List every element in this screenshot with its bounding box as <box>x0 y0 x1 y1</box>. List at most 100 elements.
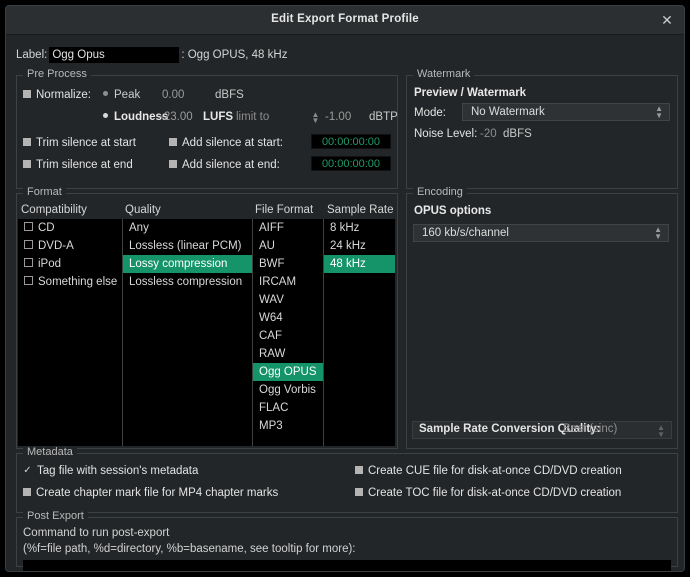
opus-bitrate-value: 160 kb/s/channel <box>422 227 509 239</box>
file-format-item[interactable]: WAV <box>253 291 323 309</box>
checkbox-icon <box>23 137 31 146</box>
file-format-item[interactable]: BWF <box>253 255 323 273</box>
trim-end-label: Trim silence at end <box>36 159 133 171</box>
add-silence-end-checkbox[interactable]: Add silence at end: <box>169 158 280 172</box>
dialog-title: Edit Export Format Profile <box>271 13 419 25</box>
checkbox-icon <box>23 487 31 496</box>
peak-value[interactable]: 0.00 <box>162 88 184 102</box>
checkbox-icon <box>24 240 33 250</box>
column-header-sample-rate: Sample Rate <box>327 204 394 216</box>
limit-to-label: limit to <box>236 111 270 123</box>
checkbox-icon <box>23 89 31 98</box>
file-format-item[interactable]: AU <box>253 237 323 255</box>
quality-item[interactable]: Lossy compression <box>123 255 252 273</box>
metadata-checkbox[interactable]: Create CUE file for disk-at-once CD/DVD … <box>355 464 622 478</box>
metadata-checkbox-label: Create TOC file for disk-at-once CD/DVD … <box>368 487 622 499</box>
format-summary: : Ogg OPUS, 48 kHz <box>181 49 288 61</box>
limit-value[interactable]: -1.00 <box>325 110 351 124</box>
metadata-checkbox-label: Create CUE file for disk-at-once CD/DVD … <box>368 465 622 477</box>
file-format-item[interactable]: Ogg OPUS <box>253 363 323 381</box>
file-format-item[interactable]: Ogg Vorbis <box>253 381 323 399</box>
quality-item[interactable]: Lossless (linear PCM) <box>123 237 252 255</box>
export-format-profile-dialog: Edit Export Format Profile ✕ Label: : Og… <box>5 5 685 572</box>
title-bar: Edit Export Format Profile ✕ <box>6 6 684 35</box>
noise-level-label: Noise Level: <box>414 128 478 140</box>
file-format-item[interactable]: AIFF <box>253 219 323 237</box>
watermark-mode-label: Mode: <box>414 107 446 119</box>
checkbox-icon <box>24 276 33 286</box>
checkbox-icon <box>169 159 177 168</box>
checkbox-icon: ✓ <box>23 464 32 476</box>
compatibility-item-label: iPod <box>38 258 62 270</box>
compatibility-item[interactable]: Something else <box>18 273 122 291</box>
file-format-item[interactable]: CAF <box>253 327 323 345</box>
column-header-compatibility: Compatibility <box>21 204 87 216</box>
metadata-checkbox[interactable]: Create chapter mark file for MP4 chapter… <box>23 486 278 500</box>
add-start-label: Add silence at start: <box>182 137 283 149</box>
add-silence-start-timecode[interactable]: 00:00:00:00 <box>311 134 391 149</box>
compatibility-list[interactable]: CD DVD-A iPod Something else <box>18 219 122 446</box>
quality-list[interactable]: Any Lossless (linear PCM) Lossy compressio… <box>123 219 252 446</box>
file-format-item[interactable]: RAW <box>253 345 323 363</box>
compatibility-item[interactable]: CD <box>18 219 122 237</box>
metadata-checkbox[interactable]: ✓ Tag file with session's metadata <box>23 464 198 478</box>
loudness-value[interactable]: -23.00 <box>160 110 193 124</box>
add-silence-start-checkbox[interactable]: Add silence at start: <box>169 136 283 150</box>
compatibility-item-label: CD <box>38 222 55 234</box>
radio-icon <box>103 91 108 97</box>
pre-process-legend: Pre Process <box>23 68 91 80</box>
sample-rate-item[interactable]: 24 kHz <box>324 237 395 255</box>
watermark-heading: Preview / Watermark <box>414 87 527 99</box>
file-format-item[interactable]: W64 <box>253 309 323 327</box>
chevron-updown-icon: ▲ ▼ <box>654 225 662 241</box>
checkbox-icon <box>24 258 33 268</box>
watermark-legend: Watermark <box>413 68 475 80</box>
trim-silence-start-checkbox[interactable]: Trim silence at start <box>23 136 136 150</box>
sample-rate-item[interactable]: 8 kHz <box>324 219 395 237</box>
metadata-group: Metadata ✓ Tag file with session's metada… <box>16 446 678 513</box>
quality-item[interactable]: Any <box>123 219 252 237</box>
watermark-group: Watermark Preview / Watermark Mode: No W… <box>406 68 678 189</box>
quality-item[interactable]: Lossless compression <box>123 273 252 291</box>
encoding-heading: OPUS options <box>414 205 492 217</box>
trim-start-label: Trim silence at start <box>36 137 136 149</box>
file-format-item[interactable]: FLAC <box>253 399 323 417</box>
opus-bitrate-dropdown[interactable]: 160 kb/s/channel ▲ ▼ <box>413 224 669 242</box>
peak-units: dBFS <box>215 89 244 101</box>
format-legend: Format <box>23 186 66 198</box>
limit-spinner-icon[interactable]: ▲ ▼ <box>311 111 320 125</box>
watermark-mode-value: No Watermark <box>471 106 545 118</box>
sample-rate-list[interactable]: 8 kHz 24 kHz 48 kHz <box>324 219 395 446</box>
noise-level-value[interactable]: -20 <box>480 127 497 141</box>
post-export-command-input[interactable] <box>23 560 671 571</box>
file-format-list[interactable]: AIFF AU BWF IRCAM WAV W64 CAF RAW Ogg OPUS Ogg Vo… <box>253 219 323 446</box>
encoding-legend: Encoding <box>413 186 467 198</box>
file-format-item[interactable]: IRCAM <box>253 273 323 291</box>
chevron-updown-icon: ▲ ▼ <box>657 423 665 439</box>
post-export-legend: Post Export <box>23 510 88 522</box>
compatibility-item[interactable]: iPod <box>18 255 122 273</box>
normalize-checkbox[interactable]: Normalize: <box>23 88 91 102</box>
src-quality-value: Best (sinc) <box>563 423 618 435</box>
dialog-body: Label: : Ogg OPUS, 48 kHz Pre Process No… <box>6 35 684 571</box>
peak-radio[interactable]: Peak <box>103 88 140 102</box>
trim-silence-end-checkbox[interactable]: Trim silence at end <box>23 158 133 172</box>
chevron-updown-icon: ▲ ▼ <box>655 104 663 120</box>
loudness-radio[interactable]: Loudness <box>103 110 168 124</box>
watermark-mode-dropdown[interactable]: No Watermark ▲ ▼ <box>462 103 670 121</box>
label-input[interactable] <box>49 47 180 63</box>
post-export-group: Post Export Command to run post-export (… <box>16 510 678 571</box>
radio-icon <box>103 113 108 119</box>
sample-rate-conversion-quality-row[interactable]: Sample Rate Conversion Quality: Best (si… <box>412 421 672 439</box>
post-export-line1: Command to run post-export <box>23 527 170 539</box>
add-silence-end-timecode[interactable]: 00:00:00:00 <box>311 156 391 171</box>
close-icon[interactable]: ✕ <box>658 12 676 30</box>
sample-rate-item[interactable]: 48 kHz <box>324 255 395 273</box>
compatibility-item[interactable]: DVD-A <box>18 237 122 255</box>
noise-level-units: dBFS <box>503 128 532 140</box>
column-header-file-format: File Format <box>255 204 314 216</box>
checkbox-icon <box>23 159 31 168</box>
checkbox-icon <box>355 487 363 496</box>
file-format-item[interactable]: MP3 <box>253 417 323 435</box>
metadata-checkbox[interactable]: Create TOC file for disk-at-once CD/DVD … <box>355 486 621 500</box>
